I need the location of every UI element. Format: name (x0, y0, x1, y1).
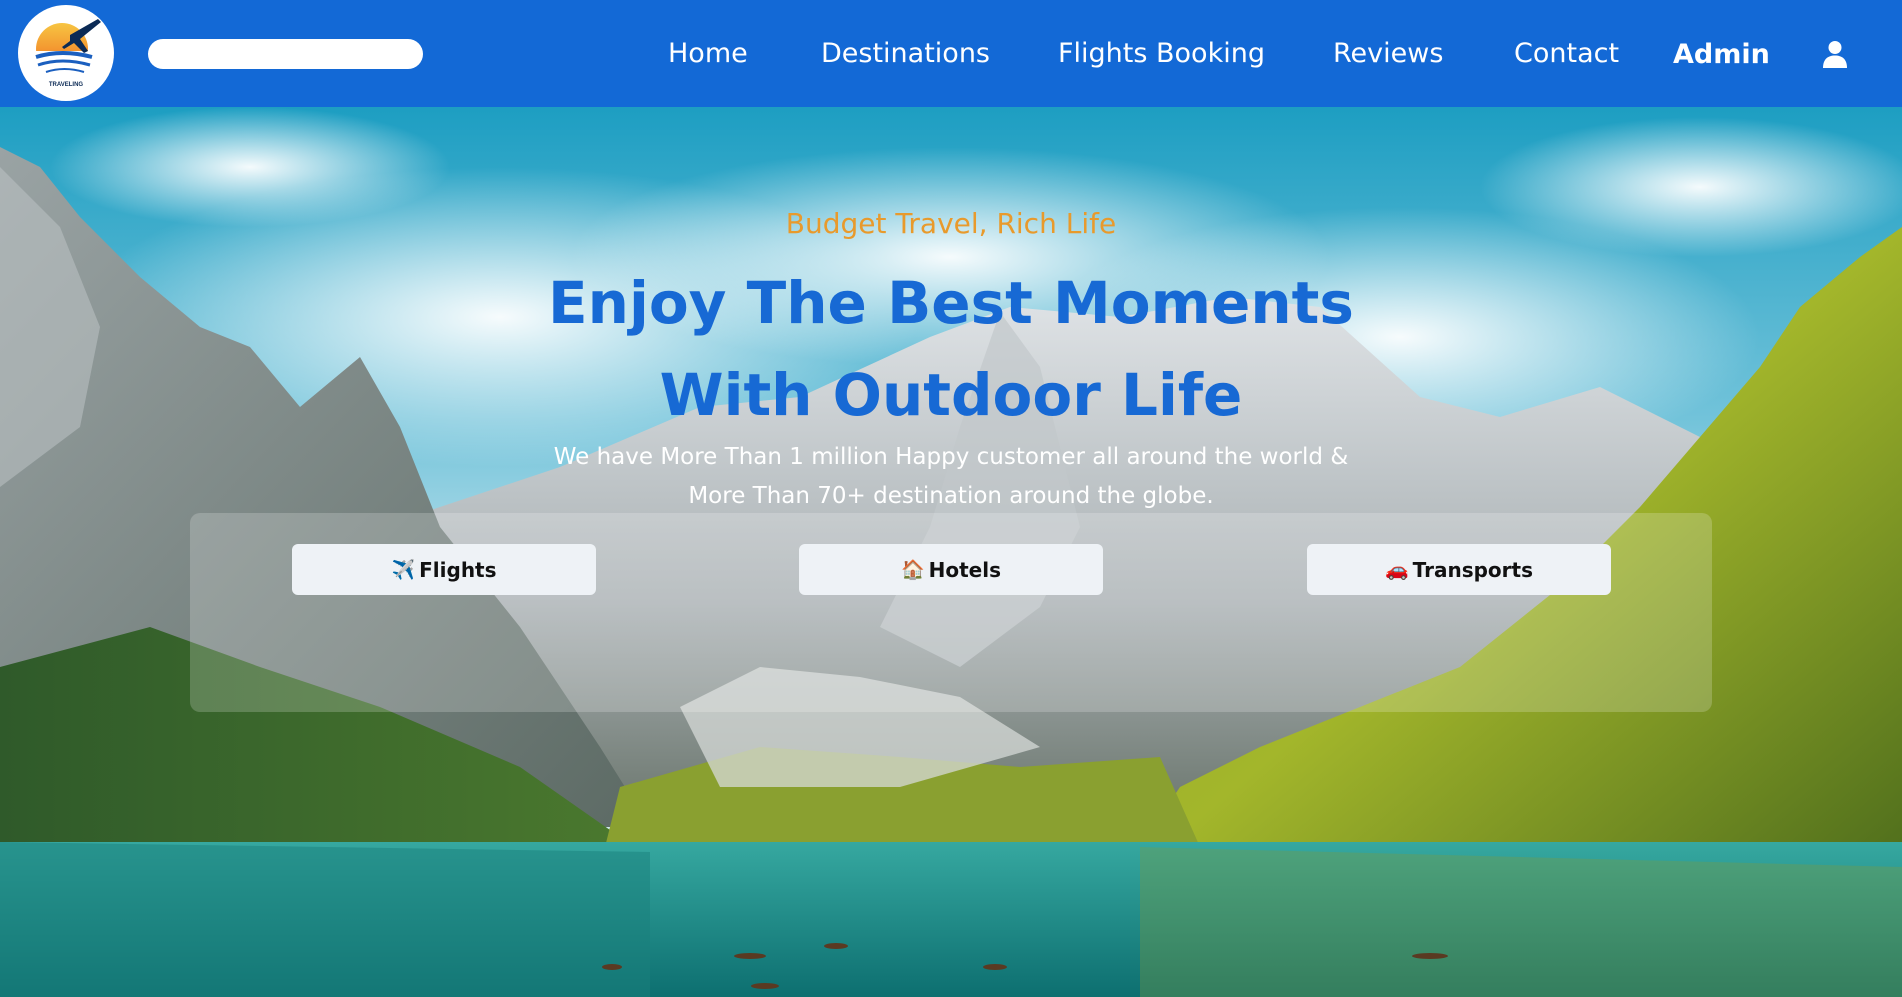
booking-panel (190, 513, 1712, 712)
flights-button-label: Flights (419, 557, 497, 582)
hotels-button[interactable]: 🏠 Hotels (799, 544, 1103, 595)
user-icon[interactable] (1822, 40, 1848, 68)
hotels-button-label: Hotels (928, 557, 1002, 582)
nav-reviews[interactable]: Reviews (1333, 36, 1443, 72)
top-navbar: TRAVELING Home Destinations Flights Book… (0, 0, 1902, 107)
hero-section: Budget Travel, Rich Life Enjoy The Best … (0, 107, 1902, 997)
nav-contact[interactable]: Contact (1514, 36, 1619, 72)
nav-home[interactable]: Home (668, 36, 748, 72)
search-input[interactable] (148, 39, 423, 69)
hero-headline: Enjoy The Best Moments With Outdoor Life (0, 257, 1902, 441)
logo-text: TRAVELING (48, 82, 84, 88)
nav-flights-booking[interactable]: Flights Booking (1058, 36, 1265, 72)
flights-button[interactable]: ✈️ Flights (292, 544, 596, 595)
subtext-line-1: We have More Than 1 million Happy custom… (553, 444, 1349, 470)
hero-subtext: We have More Than 1 million Happy custom… (531, 438, 1371, 516)
transports-button[interactable]: 🚗 Transports (1307, 544, 1611, 595)
hero-tagline: Budget Travel, Rich Life (785, 207, 1117, 240)
subtext-line-2: More Than 70+ destination around the glo… (688, 483, 1214, 509)
admin-link[interactable]: Admin (1673, 37, 1770, 73)
headline-line-2: With Outdoor Life (659, 361, 1243, 429)
headline-line-1: Enjoy The Best Moments (548, 269, 1354, 337)
airplane-icon: ✈️ (391, 559, 416, 581)
nav-destinations[interactable]: Destinations (821, 36, 990, 72)
transports-button-label: Transports (1412, 557, 1533, 582)
site-logo[interactable]: TRAVELING (18, 5, 114, 101)
house-icon: 🏠 (900, 559, 925, 581)
car-icon: 🚗 (1384, 559, 1409, 581)
